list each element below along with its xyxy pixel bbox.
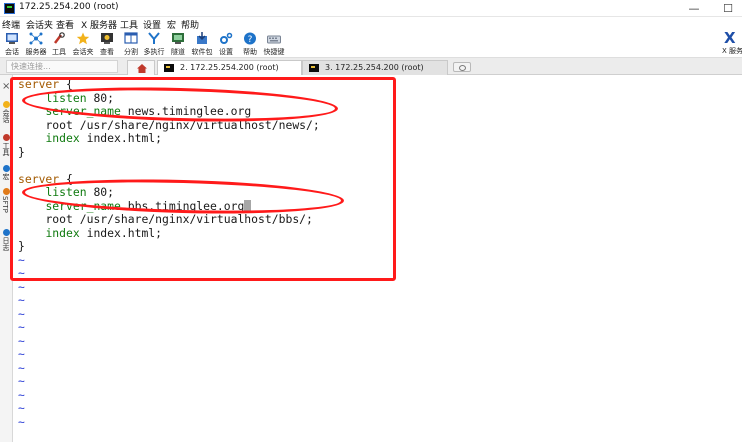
title-bar: 172.25.254.200 (root) — ☐ xyxy=(0,0,742,17)
toolbar-tools-button[interactable]: 工具 xyxy=(48,31,70,58)
packages-icon xyxy=(197,32,207,44)
tab-label: 2. 172.25.254.200 (root) xyxy=(180,63,279,72)
empty-line-tilde: ~ xyxy=(18,320,25,334)
terminal-tab-icon xyxy=(164,64,174,72)
toolbar-settings-button[interactable]: 设置 xyxy=(215,31,237,58)
terminal-app-icon xyxy=(4,3,15,14)
svg-text:?: ? xyxy=(248,35,253,45)
menu-x-server[interactable]: X 服务器 xyxy=(81,18,117,31)
menu-macros[interactable]: 宏 xyxy=(167,18,176,31)
menu-view[interactable]: 查看 xyxy=(56,18,74,31)
toolbar: 会话 服务器 工具 会话夹 查看 分割 多执行 隧道 软件包 设置 ? 帮助 快… xyxy=(0,31,742,58)
tab-label: 3. 172.25.254.200 (root) xyxy=(325,63,424,72)
toolbar-help-button[interactable]: ? 帮助 xyxy=(239,31,261,58)
empty-line-tilde: ~ xyxy=(18,360,25,375)
help-icon: ? xyxy=(244,32,256,45)
tab-home[interactable] xyxy=(127,60,155,75)
empty-line-tilde: ~ xyxy=(18,293,25,307)
empty-line-tilde: ~ xyxy=(18,387,25,402)
home-icon xyxy=(137,64,147,73)
menu-terminal[interactable]: 终端 xyxy=(2,18,20,31)
toolbar-session-button[interactable]: 会话 xyxy=(1,31,23,58)
toolbar-sessions-folder-button[interactable]: 会话夹 xyxy=(72,31,94,58)
empty-line-tilde: ~ xyxy=(18,306,25,321)
menu-bar: 终端 会话夹 查看 X 服务器 工具 设置 宏 帮助 xyxy=(0,17,742,31)
toolbar-keyboard-button[interactable]: 快捷键 xyxy=(263,31,285,58)
tab-session-2[interactable]: 2. 172.25.254.200 (root) xyxy=(157,60,302,75)
keyboard-icon xyxy=(267,35,281,44)
menu-help[interactable]: 帮助 xyxy=(181,18,199,31)
log-icon xyxy=(3,229,10,236)
session-icon xyxy=(6,33,18,44)
macro-icon xyxy=(3,165,10,172)
toolbar-packages-button[interactable]: 软件包 xyxy=(191,31,213,58)
tab-session-3[interactable]: 3. 172.25.254.200 (root) xyxy=(302,60,448,75)
window-title: 172.25.254.200 (root) xyxy=(19,2,119,12)
settings-icon xyxy=(220,32,233,44)
empty-line-tilde: ~ xyxy=(18,401,25,415)
empty-line-tilde: ~ xyxy=(18,414,25,429)
empty-line-tilde: ~ xyxy=(18,279,25,294)
split-icon xyxy=(124,32,138,44)
terminal-tab-icon xyxy=(309,64,319,72)
menu-tools[interactable]: 工具 xyxy=(120,18,138,31)
toolbar-view-button[interactable]: 查看 xyxy=(96,31,118,58)
menu-settings[interactable]: 设置 xyxy=(143,18,161,31)
tools-icon xyxy=(54,32,65,44)
tools-icon xyxy=(3,134,10,141)
side-tab-sftp[interactable]: SFTP xyxy=(1,196,9,213)
x-server-icon: X xyxy=(724,29,736,47)
empty-line-tilde: ~ xyxy=(18,374,25,388)
x-server-button[interactable]: X X 服务 xyxy=(722,29,742,58)
view-icon xyxy=(101,33,113,44)
star-icon xyxy=(3,101,10,108)
toolbar-split-button[interactable]: 分割 xyxy=(120,31,142,58)
tunnel-icon xyxy=(172,33,184,44)
quick-connect-input[interactable]: 快速连接... xyxy=(6,60,118,73)
maximize-button[interactable]: ☐ xyxy=(712,0,742,17)
empty-line-tilde: ~ xyxy=(18,333,25,348)
toolbar-tunnel-button[interactable]: 隧道 xyxy=(167,31,189,58)
toolbar-servers-button[interactable]: 服务器 xyxy=(25,31,47,58)
menu-session-folder[interactable]: 会话夹 xyxy=(26,18,53,31)
toolbar-multiexec-button[interactable]: 多执行 xyxy=(143,31,165,58)
star-icon xyxy=(76,32,90,45)
new-tab-button[interactable] xyxy=(453,62,471,72)
tab-strip: 快速连接... 2. 172.25.254.200 (root) 3. 172.… xyxy=(0,58,742,75)
empty-line-tilde: ~ xyxy=(18,347,25,361)
multiexec-icon xyxy=(148,32,160,44)
minimize-button[interactable]: — xyxy=(678,0,710,17)
servers-icon xyxy=(29,32,43,45)
sftp-icon xyxy=(3,188,10,195)
